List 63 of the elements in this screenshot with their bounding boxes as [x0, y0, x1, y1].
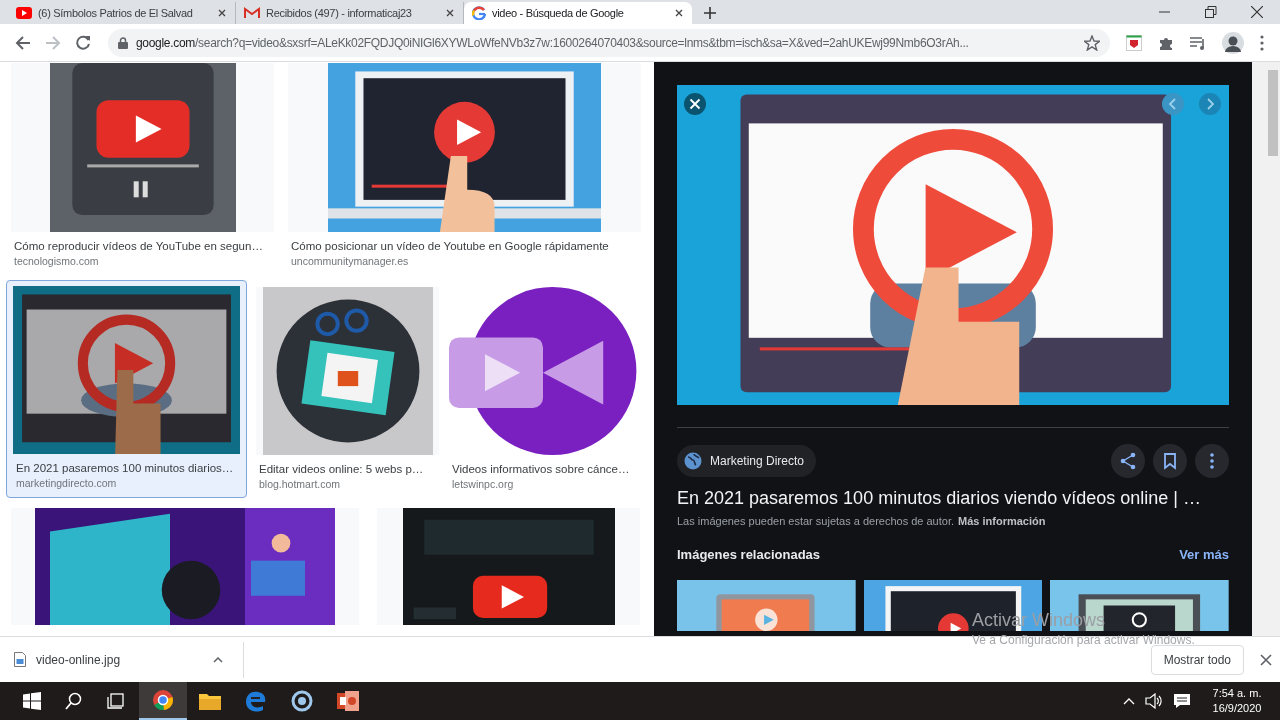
result-caption[interactable]: Videos informativos sobre cánce…: [449, 463, 637, 475]
lock-icon: [118, 36, 128, 49]
bookmark-icon[interactable]: [1153, 444, 1187, 478]
result-caption[interactable]: Cómo reproducir vídeos de YouTube en segun…: [11, 240, 274, 252]
caret-up-icon[interactable]: [213, 656, 223, 663]
result-source: marketingdirecto.com: [15, 477, 118, 489]
media-list-icon[interactable]: [1190, 35, 1206, 50]
download-item[interactable]: video-online.jpg: [14, 641, 244, 678]
reload-icon[interactable]: [75, 34, 91, 51]
notification-icon[interactable]: [1173, 693, 1191, 709]
more-icon[interactable]: [1260, 34, 1264, 51]
presentation-app-icon[interactable]: [337, 690, 359, 712]
close-icon[interactable]: [445, 8, 455, 18]
folder-icon[interactable]: [199, 692, 221, 710]
plus-icon[interactable]: [704, 7, 716, 19]
previous-icon[interactable]: [1162, 93, 1184, 115]
taskbar-app[interactable]: [139, 682, 187, 720]
result-source: blog.hotmart.com: [258, 478, 342, 490]
scrollbar[interactable]: [1252, 62, 1280, 636]
result-caption[interactable]: En 2021 pasaremos 100 minutos diarios…: [13, 462, 240, 474]
activation-hint: Ve a Configuración para activar Windows.: [972, 632, 1195, 647]
edge-icon[interactable]: [245, 690, 267, 712]
globe-icon: [684, 452, 702, 470]
more-info-link[interactable]: Más información: [958, 515, 1046, 527]
restore-icon[interactable]: [1205, 6, 1217, 18]
close-icon[interactable]: [684, 93, 706, 115]
see-more-link[interactable]: Ver más: [1179, 547, 1229, 562]
shield-extension-icon[interactable]: [1126, 34, 1142, 51]
share-icon[interactable]: [1111, 444, 1145, 478]
address-bar[interactable]: google.com/search?q=video&sxsrf=ALeKk02FQDJQ0iNIGl6XYWLoWfeNVb3z7w:1600264070403&source=lnms&tbm=isch&sa=X&ved=2ahUKEwj99Nmb6O3rAh...: [108, 28, 1110, 57]
envelope-icon: [244, 7, 260, 19]
clock-date[interactable]: 16/9/2020: [1212, 701, 1262, 716]
result-title[interactable]: En 2021 pasaremos 100 minutos diarios viendo vídeos online | …: [677, 488, 1229, 509]
star-icon[interactable]: [1084, 34, 1100, 51]
copyright-notice: Las imágenes pueden estar sujetas a derechos de autor.: [677, 515, 955, 527]
video-icon: [16, 7, 32, 19]
browser-tab[interactable]: video - Búsqueda de Google: [464, 2, 692, 24]
scrollbar-thumb[interactable]: [1268, 70, 1278, 156]
show-all-button[interactable]: Mostrar todo: [1150, 644, 1244, 675]
image-file-icon: [14, 652, 26, 667]
close-icon[interactable]: [1260, 653, 1272, 666]
ring-icon[interactable]: [291, 690, 313, 712]
more-icon[interactable]: [1195, 444, 1229, 478]
start-icon[interactable]: [23, 692, 41, 710]
back-icon[interactable]: [15, 34, 31, 51]
result-source: tecnologismo.com: [13, 255, 100, 267]
result-caption[interactable]: Editar videos online: 5 webs p…: [256, 463, 439, 475]
result-caption[interactable]: Cómo posicionar un vídeo de Youtube en Google rápidamente: [288, 240, 641, 252]
close-icon[interactable]: [1251, 6, 1263, 18]
task-view-icon[interactable]: [107, 693, 127, 709]
close-icon[interactable]: [217, 8, 227, 18]
search-icon[interactable]: [65, 692, 83, 710]
result-card[interactable]: En 2021 pasaremos 100 minutos diarios… marketingdirecto.com: [6, 280, 247, 498]
source-chip[interactable]: Marketing Directo: [677, 445, 817, 477]
result-source: letswinpc.org: [451, 478, 515, 490]
speaker-icon[interactable]: [1145, 693, 1163, 709]
close-icon[interactable]: [674, 8, 684, 18]
avatar-icon[interactable]: [1222, 31, 1244, 54]
colored-ring-icon: [472, 6, 486, 20]
clock-time[interactable]: 7:54 a. m.: [1212, 686, 1262, 701]
browser-icon: [152, 689, 174, 711]
section-heading: Imágenes relacionadas: [677, 547, 821, 562]
result-source: uncommunitymanager.es: [290, 255, 410, 267]
